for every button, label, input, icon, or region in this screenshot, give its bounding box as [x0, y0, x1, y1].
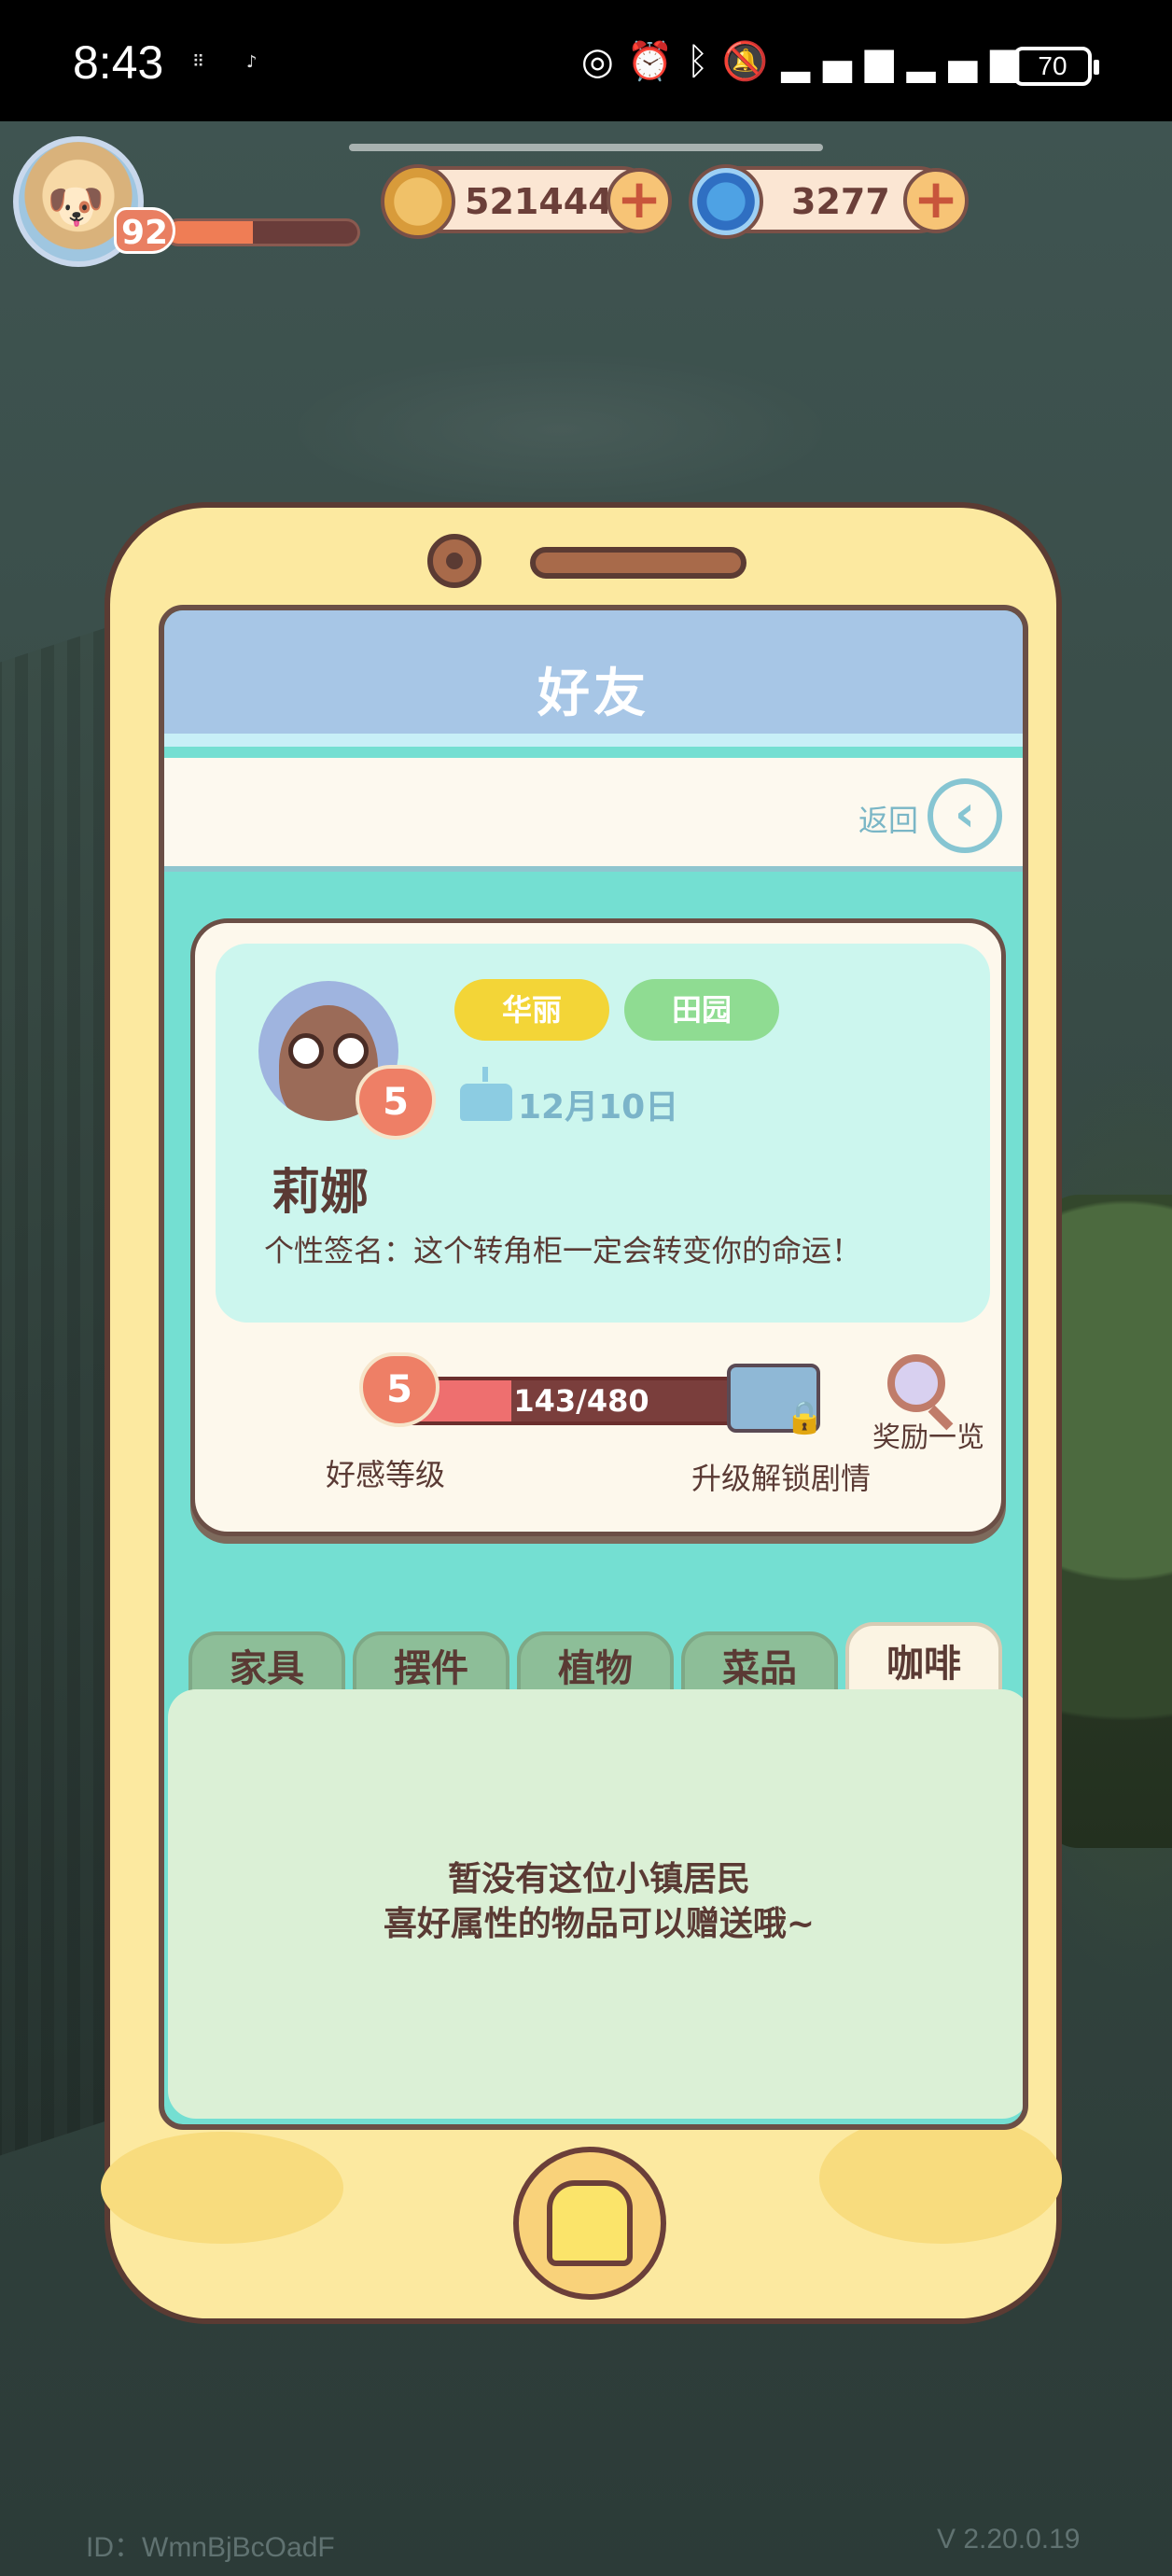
magnifier-icon[interactable]: [887, 1354, 945, 1412]
gift-item-list: 暂没有这位小镇居民 喜好属性的物品可以赠送哦~: [168, 1689, 1023, 2119]
experience-fill: [167, 221, 253, 244]
battery-indicator: 70: [1013, 47, 1099, 86]
owl-eye: [288, 1033, 324, 1069]
style-tag-luxury: 华丽: [454, 979, 609, 1041]
coin-icon: [381, 164, 455, 239]
dog-avatar-icon: 🐶: [47, 179, 105, 233]
gem-counter: 3277 +: [689, 164, 969, 239]
gem-value: 3277: [791, 181, 890, 222]
back-label[interactable]: 返回: [858, 797, 918, 840]
phone-decoration: [819, 2113, 1062, 2244]
coin-value: 521444: [465, 181, 613, 222]
toast-bread-icon: [547, 2180, 633, 2266]
speaker-slot: [530, 547, 746, 579]
birthday-date: 12月10日: [518, 1088, 679, 1127]
empty-state-line: 暂没有这位小镇居民: [447, 1860, 750, 1898]
lock-icon: 🔒: [785, 1399, 825, 1436]
bluetooth-icon: ᛒ: [686, 40, 722, 83]
style-tag-rural: 田园: [624, 979, 779, 1041]
owl-eye: [333, 1033, 369, 1069]
reward-overview-button[interactable]: 奖励一览: [872, 1414, 984, 1455]
home-button[interactable]: [513, 2147, 666, 2300]
affection-progress-bar: 143/480: [404, 1377, 759, 1425]
add-coins-button[interactable]: +: [607, 168, 672, 233]
back-button[interactable]: ‹: [928, 778, 1002, 853]
affection-level-label: 好感等级: [326, 1457, 446, 1492]
title-band: 好友: [164, 610, 1023, 747]
birthday-cake-icon: [460, 1067, 512, 1121]
experience-bar: [164, 218, 360, 246]
drag-handle[interactable]: [349, 144, 823, 151]
empty-state-line: 喜好属性的物品可以赠送哦~: [383, 1905, 816, 1943]
heart-level-badge: 5: [356, 1065, 436, 1140]
empty-state-message: 暂没有这位小镇居民 喜好属性的物品可以赠送哦~: [168, 1857, 1023, 1947]
chevron-left-icon: ‹: [954, 784, 976, 843]
mute-icon: 🔕: [721, 40, 782, 83]
coin-counter: 521444 +: [381, 164, 672, 239]
alarm-icon: ⏰: [626, 40, 687, 83]
status-bar: 8:43 ⠿ ♪ ◎⏰ᛒ🔕▂▄▆▂▄▆ 70: [0, 0, 1172, 121]
affection-progress-text: 143/480: [513, 1383, 649, 1419]
gift-category-tabs: 家具 摆件 植物 菜品 咖啡: [188, 1622, 1010, 1706]
phone-frame: 好友 返回 ‹ 5 华丽 田园 12月10日 莉娜 个性签名：这个转角柜一定会转…: [101, 502, 1062, 2324]
add-gems-button[interactable]: +: [903, 168, 969, 233]
signal-icon: ▂▄▆: [781, 40, 907, 83]
status-time: 8:43: [73, 36, 164, 89]
swirl-gem-icon: [689, 164, 763, 239]
friend-profile-card: 5 华丽 田园 12月10日 莉娜 个性签名：这个转角柜一定会转变你的命运！ 1…: [190, 918, 1006, 1536]
friend-screen: 好友 返回 ‹ 5 华丽 田园 12月10日 莉娜 个性签名：这个转角柜一定会转…: [159, 605, 1028, 2130]
notification-icon: ⠿: [192, 52, 205, 72]
player-level-badge: 92: [114, 207, 175, 254]
player-id: ID：WmnBjBcOadF: [86, 2532, 335, 2563]
hotspot-icon: ◎: [580, 40, 627, 83]
friend-signature: 个性签名：这个转角柜一定会转变你的命运！: [264, 1233, 862, 1268]
version-label: V 2.20.0.19: [937, 2524, 1081, 2555]
tiktok-icon: ♪: [246, 52, 258, 72]
phone-decoration: [101, 2132, 343, 2244]
camera-icon: [427, 534, 481, 588]
system-icons: ◎⏰ᛒ🔕▂▄▆▂▄▆: [581, 39, 1032, 83]
unlock-story-label: 升级解锁剧情: [691, 1461, 872, 1496]
page-title: 好友: [537, 664, 649, 724]
friend-name: 莉娜: [272, 1165, 370, 1221]
profile-panel: 5 华丽 田园 12月10日 莉娜 个性签名：这个转角柜一定会转变你的命运！: [216, 944, 990, 1323]
